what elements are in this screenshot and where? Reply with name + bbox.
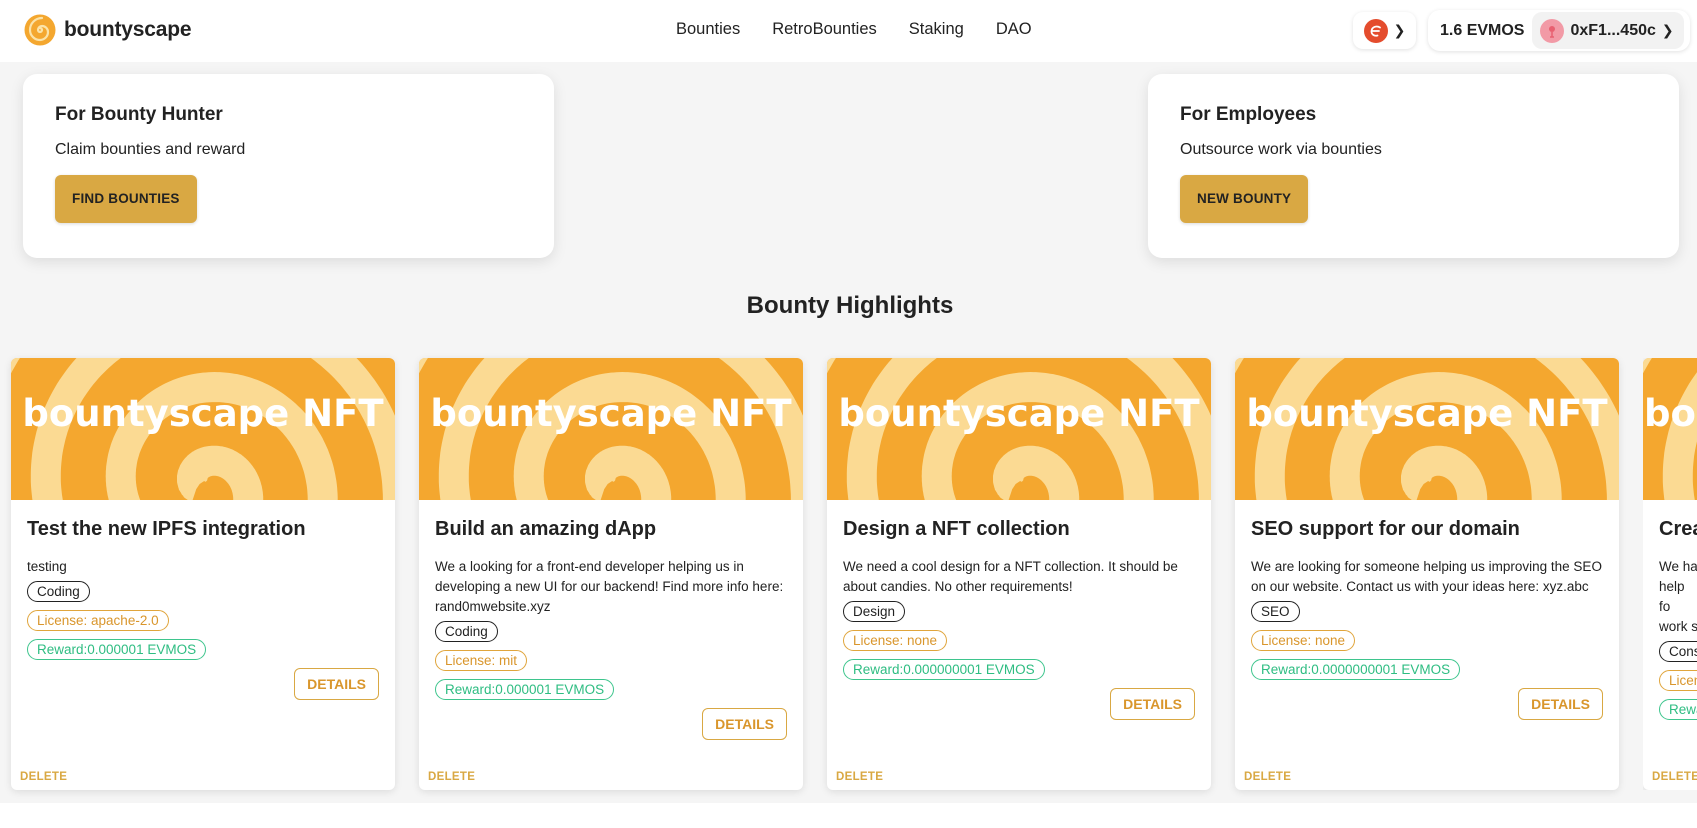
brand-logo[interactable]: bountyscape xyxy=(24,14,192,46)
details-button[interactable]: DETAILS xyxy=(702,708,787,740)
details-button[interactable]: DETAILS xyxy=(1518,688,1603,720)
employer-title: For Employees xyxy=(1180,104,1317,125)
bounty-description: We a looking for a front-end developer h… xyxy=(435,559,784,614)
delete-button[interactable]: DELETE xyxy=(20,771,67,783)
nft-banner: bountyscape NFT xyxy=(827,358,1211,500)
details-button[interactable]: DETAILS xyxy=(1110,688,1195,720)
nft-banner: bountyscape NFT xyxy=(419,358,803,500)
nav-retrobounties[interactable]: RetroBounties xyxy=(772,20,877,39)
reward-badge: Rewa xyxy=(1659,699,1697,720)
hunter-card: For Bounty Hunter Claim bounties and rew… xyxy=(23,74,554,258)
category-badge: Coding xyxy=(27,581,90,602)
license-badge: License: apache-2.0 xyxy=(27,610,169,631)
bounty-title: Crea xyxy=(1659,518,1697,540)
bounty-description: testing xyxy=(27,559,67,574)
license-badge: License: mit xyxy=(435,650,528,671)
hunter-subtitle: Claim bounties and reward xyxy=(55,141,246,158)
avatar-icon xyxy=(1540,18,1565,43)
nav-dao[interactable]: DAO xyxy=(996,20,1032,39)
banner-text: bountyscape NFT xyxy=(22,392,384,435)
chevron-down-icon: ❯ xyxy=(1661,22,1674,38)
bounty-description: We are looking for someone helping us im… xyxy=(1251,559,1602,594)
bounty-card: bountyscape NFT Design a NFT collection … xyxy=(827,358,1211,790)
delete-button[interactable]: DELETE xyxy=(836,771,883,783)
chevron-down-icon: ❯ xyxy=(1393,22,1406,38)
nft-banner: bountyscape NFT xyxy=(1235,358,1619,500)
license-badge: License: none xyxy=(843,630,948,651)
category-badge: Design xyxy=(843,601,906,622)
bounty-title: Design a NFT collection xyxy=(843,518,1070,540)
section-title: Bounty Highlights xyxy=(746,292,954,319)
account-button[interactable]: 0xF1...450c ❯ xyxy=(1532,12,1684,49)
banner-text: bountyscape NFT xyxy=(1246,392,1608,435)
category-badge: SEO xyxy=(1251,601,1300,622)
license-badge: License: none xyxy=(1251,630,1356,651)
nav-bounties[interactable]: Bounties xyxy=(676,20,740,39)
find-bounties-button[interactable]: FIND BOUNTIES xyxy=(55,175,197,223)
new-bounty-button[interactable]: NEW BOUNTY xyxy=(1180,175,1309,223)
reward-badge: Reward:0.0000000001 EVMOS xyxy=(1251,659,1461,680)
bounty-title: SEO support for our domain xyxy=(1251,518,1520,540)
hunter-title: For Bounty Hunter xyxy=(55,104,223,125)
network-selector[interactable]: ❯ xyxy=(1353,12,1416,49)
bounty-card: bountyscape NFT Crea We ha help fo work … xyxy=(1643,358,1697,790)
wallet-balance: 1.6 EVMOS xyxy=(1440,21,1525,39)
bounty-card: bountyscape NFT Test the new IPFS integr… xyxy=(11,358,395,790)
bounty-description: We ha help fo work s xyxy=(1659,559,1697,634)
employer-subtitle: Outsource work via bounties xyxy=(1180,141,1382,158)
bounty-card: bountyscape NFT Build an amazing dApp We… xyxy=(419,358,803,790)
spiral-logo-icon xyxy=(24,14,56,46)
nft-banner: bountyscape NFT xyxy=(11,358,395,500)
evmos-chain-icon xyxy=(1363,18,1388,43)
nft-banner: bountyscape NFT xyxy=(1643,358,1697,500)
category-badge: Cons xyxy=(1659,641,1697,662)
bounty-description: We need a cool design for a NFT collecti… xyxy=(843,559,1178,594)
bounty-title: Build an amazing dApp xyxy=(435,518,657,540)
top-header: bountyscape Bounties RetroBounties Staki… xyxy=(0,0,1697,62)
license-badge: Licen xyxy=(1659,670,1697,691)
main-nav: Bounties RetroBounties Staking DAO xyxy=(676,20,1032,39)
reward-badge: Reward:0.000001 EVMOS xyxy=(27,639,207,660)
wallet-widget[interactable]: 1.6 EVMOS 0xF1...450c ❯ xyxy=(1428,10,1690,51)
bounty-card-clip: bountyscape NFT Crea We ha help fo work … xyxy=(1643,358,1697,790)
reward-badge: Reward:0.000000001 EVMOS xyxy=(843,659,1045,680)
banner-text: bountyscape NFT xyxy=(838,392,1200,435)
delete-button[interactable]: DELETE xyxy=(428,771,475,783)
delete-button[interactable]: DELETE xyxy=(1244,771,1291,783)
banner-text: bountyscape NFT xyxy=(430,392,792,435)
nav-staking[interactable]: Staking xyxy=(909,20,964,39)
bounty-card: bountyscape NFT SEO support for our doma… xyxy=(1235,358,1619,790)
delete-button[interactable]: DELETE xyxy=(1652,771,1697,783)
wallet-address: 0xF1...450c xyxy=(1570,21,1656,39)
bounty-title: Test the new IPFS integration xyxy=(27,518,306,540)
reward-badge: Reward:0.000001 EVMOS xyxy=(435,679,615,700)
details-button[interactable]: DETAILS xyxy=(294,668,379,700)
brand-name: bountyscape xyxy=(64,18,192,41)
banner-text: bountyscape NFT xyxy=(1644,392,1697,435)
employer-card: For Employees Outsource work via bountie… xyxy=(1148,74,1679,258)
category-badge: Coding xyxy=(435,621,498,642)
